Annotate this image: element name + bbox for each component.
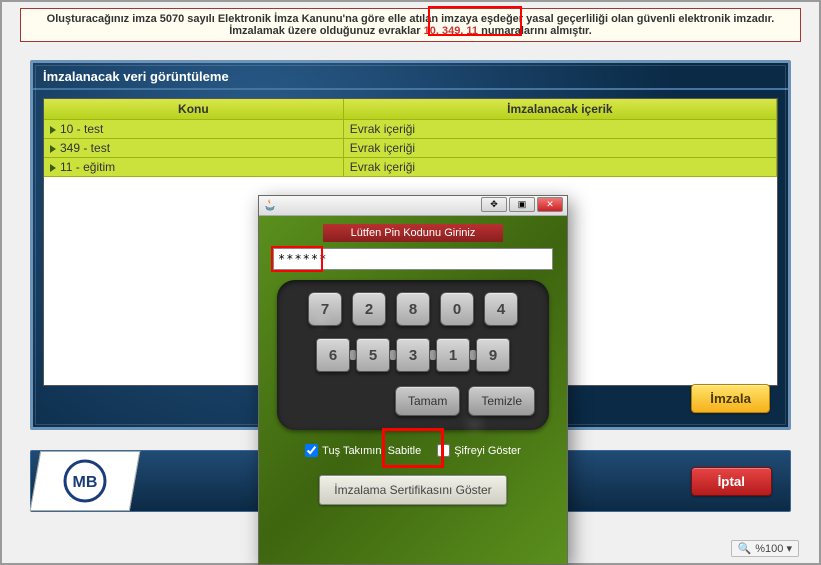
row-subject: 349 - test xyxy=(60,141,110,155)
close-icon[interactable]: ✕ xyxy=(537,197,563,212)
zoom-level: %100 xyxy=(755,543,783,555)
row-content: Evrak içeriği xyxy=(350,122,415,136)
panel-title: İmzalanacak veri görüntüleme xyxy=(33,63,788,90)
show-password-checkbox-label[interactable]: Şifreyi Göster xyxy=(437,444,521,457)
bullet-icon xyxy=(50,145,56,153)
zoom-dropdown-icon[interactable]: ▾ xyxy=(786,543,792,555)
col-content: İmzalanacak içerik xyxy=(343,99,776,120)
keypad-key[interactable]: 0 xyxy=(440,292,474,326)
fix-keypad-checkbox[interactable] xyxy=(305,444,318,457)
keypad-key[interactable]: 6 xyxy=(316,338,350,372)
fix-keypad-text: Tuş Takımını Sabitle xyxy=(322,445,421,457)
svg-text:MB: MB xyxy=(73,474,98,491)
keypad-key[interactable]: 5 xyxy=(356,338,390,372)
keypad-key[interactable]: 7 xyxy=(308,292,342,326)
ministry-logo: MB xyxy=(30,451,141,511)
sign-button[interactable]: İmzala xyxy=(691,384,770,413)
table-row[interactable]: 349 - test Evrak içeriği xyxy=(44,139,777,158)
dialog-titlebar[interactable]: ✥ ▣ ✕ xyxy=(259,196,567,216)
table-row[interactable]: 11 - eğitim Evrak içeriği xyxy=(44,158,777,177)
cancel-button[interactable]: İptal xyxy=(691,467,772,496)
notice-text-2: numaralarını almıştır. xyxy=(478,25,592,37)
show-certificate-button[interactable]: İmzalama Sertifikasını Göster xyxy=(319,475,506,505)
keypad-key[interactable]: 1 xyxy=(436,338,470,372)
col-subject: Konu xyxy=(44,99,343,120)
pin-dialog-header: Lütfen Pin Kodunu Giriniz xyxy=(323,224,503,242)
bullet-icon xyxy=(50,164,56,172)
ok-button[interactable]: Tamam xyxy=(395,386,460,416)
notice-doc-numbers: 10, 349, 11 xyxy=(424,25,478,37)
table-row[interactable]: 10 - test Evrak içeriği xyxy=(44,120,777,139)
keypad-key[interactable]: 9 xyxy=(476,338,510,372)
row-content: Evrak içeriği xyxy=(350,141,415,155)
keypad-key[interactable]: 8 xyxy=(396,292,430,326)
magnifier-icon: 🔍 xyxy=(738,543,752,555)
keypad-key[interactable]: 4 xyxy=(484,292,518,326)
virtual-keypad: 7 2 8 0 4 6 5 3 1 9 xyxy=(277,280,549,430)
fix-keypad-checkbox-label[interactable]: Tuş Takımını Sabitle xyxy=(305,444,421,457)
window-move-icon[interactable]: ✥ xyxy=(481,197,507,212)
zoom-indicator[interactable]: 🔍%100 ▾ xyxy=(731,540,799,557)
keypad-key[interactable]: 3 xyxy=(396,338,430,372)
keypad-key[interactable]: 2 xyxy=(352,292,386,326)
row-content: Evrak içeriği xyxy=(350,160,415,174)
clear-button[interactable]: Temizle xyxy=(468,386,535,416)
bullet-icon xyxy=(50,126,56,134)
show-password-text: Şifreyi Göster xyxy=(454,445,521,457)
legal-notice: Oluşturacağınız imza 5070 sayılı Elektro… xyxy=(20,8,801,42)
row-subject: 10 - test xyxy=(60,122,103,136)
row-subject: 11 - eğitim xyxy=(60,160,115,174)
pin-input[interactable] xyxy=(273,248,553,270)
java-icon xyxy=(263,198,277,212)
window-restore-icon[interactable]: ▣ xyxy=(509,197,535,212)
show-password-checkbox[interactable] xyxy=(437,444,450,457)
documents-table: Konu İmzalanacak içerik 10 - test Evrak … xyxy=(44,99,777,177)
pin-entry-dialog: ✥ ▣ ✕ Lütfen Pin Kodunu Giriniz 7 2 8 0 … xyxy=(258,195,568,565)
notice-text-1: Oluşturacağınız imza 5070 sayılı Elektro… xyxy=(47,13,775,37)
